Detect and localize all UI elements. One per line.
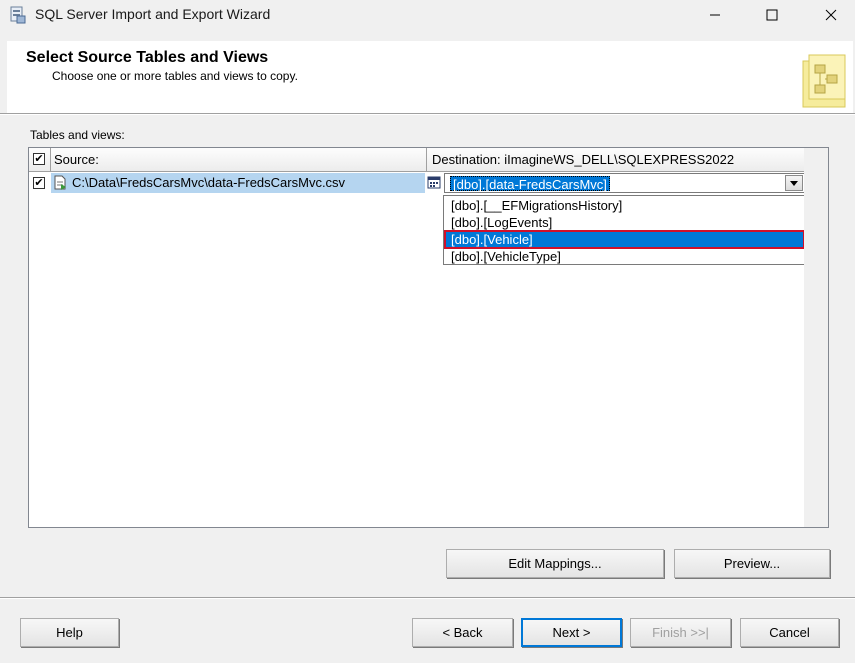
row-checkbox[interactable]: ✔ [33,177,45,189]
source-column-header[interactable]: Source: [51,148,427,172]
source-cell[interactable]: C:\Data\FredsCarsMvc\data-FredsCarsMvc.c… [51,173,425,193]
dropdown-option[interactable]: [dbo].[VehicleType] [445,248,804,265]
close-icon [825,9,837,21]
select-all-checkbox[interactable]: ✔ [33,153,45,165]
grid-scrollbar[interactable] [804,148,828,527]
header-separator [0,113,855,115]
destination-value: [dbo].[data-FredsCarsMvc] [450,176,610,192]
tables-label: Tables and views: [30,128,125,142]
close-button[interactable] [808,0,854,30]
edit-sql-icon[interactable] [427,175,441,189]
flat-file-icon [54,175,66,190]
table-row[interactable]: ✔ C:\Data\FredsCarsMvc\data-FredsCarsMvc… [29,172,805,194]
footer-separator [0,597,855,599]
maximize-icon [766,9,778,21]
preview-button[interactable]: Preview... [674,549,830,578]
destination-column-header[interactable]: Destination: iImagineWS_DELL\SQLEXPRESS2… [427,148,805,172]
grid-header: ✔ Source: Destination: iImagineWS_DELL\S… [29,148,805,172]
destination-dropdown-list[interactable]: [dbo].[__EFMigrationsHistory] [dbo].[Log… [443,195,806,265]
finish-button[interactable]: Finish >>| [630,618,731,647]
chevron-down-icon [790,181,798,186]
cancel-button[interactable]: Cancel [740,618,839,647]
dropdown-button[interactable] [785,175,803,191]
back-button[interactable]: < Back [412,618,513,647]
minimize-button[interactable] [692,0,738,30]
minimize-icon [710,14,720,16]
title-bar: SQL Server Import and Export Wizard [0,0,855,30]
help-button[interactable]: Help [20,618,119,647]
edit-mappings-button[interactable]: Edit Mappings... [446,549,664,578]
wizard-graphic-icon [802,54,846,108]
tables-grid[interactable]: ✔ Source: Destination: iImagineWS_DELL\S… [28,147,829,528]
destination-combobox[interactable]: [dbo].[data-FredsCarsMvc] [444,173,805,193]
wizard-app-icon [10,6,26,24]
page-subtitle: Choose one or more tables and views to c… [52,69,298,83]
dropdown-option[interactable]: [dbo].[LogEvents] [445,214,804,231]
page-title: Select Source Tables and Views [26,49,269,66]
dropdown-option[interactable]: [dbo].[__EFMigrationsHistory] [445,197,804,214]
header-panel: Select Source Tables and Views Choose on… [7,41,853,113]
select-all-header[interactable]: ✔ [29,148,51,172]
source-path: C:\Data\FredsCarsMvc\data-FredsCarsMvc.c… [72,175,346,190]
window-title: SQL Server Import and Export Wizard [35,6,271,22]
dropdown-option-selected[interactable]: [dbo].[Vehicle] [444,230,805,249]
maximize-button[interactable] [749,0,795,30]
next-button[interactable]: Next > [521,618,622,647]
